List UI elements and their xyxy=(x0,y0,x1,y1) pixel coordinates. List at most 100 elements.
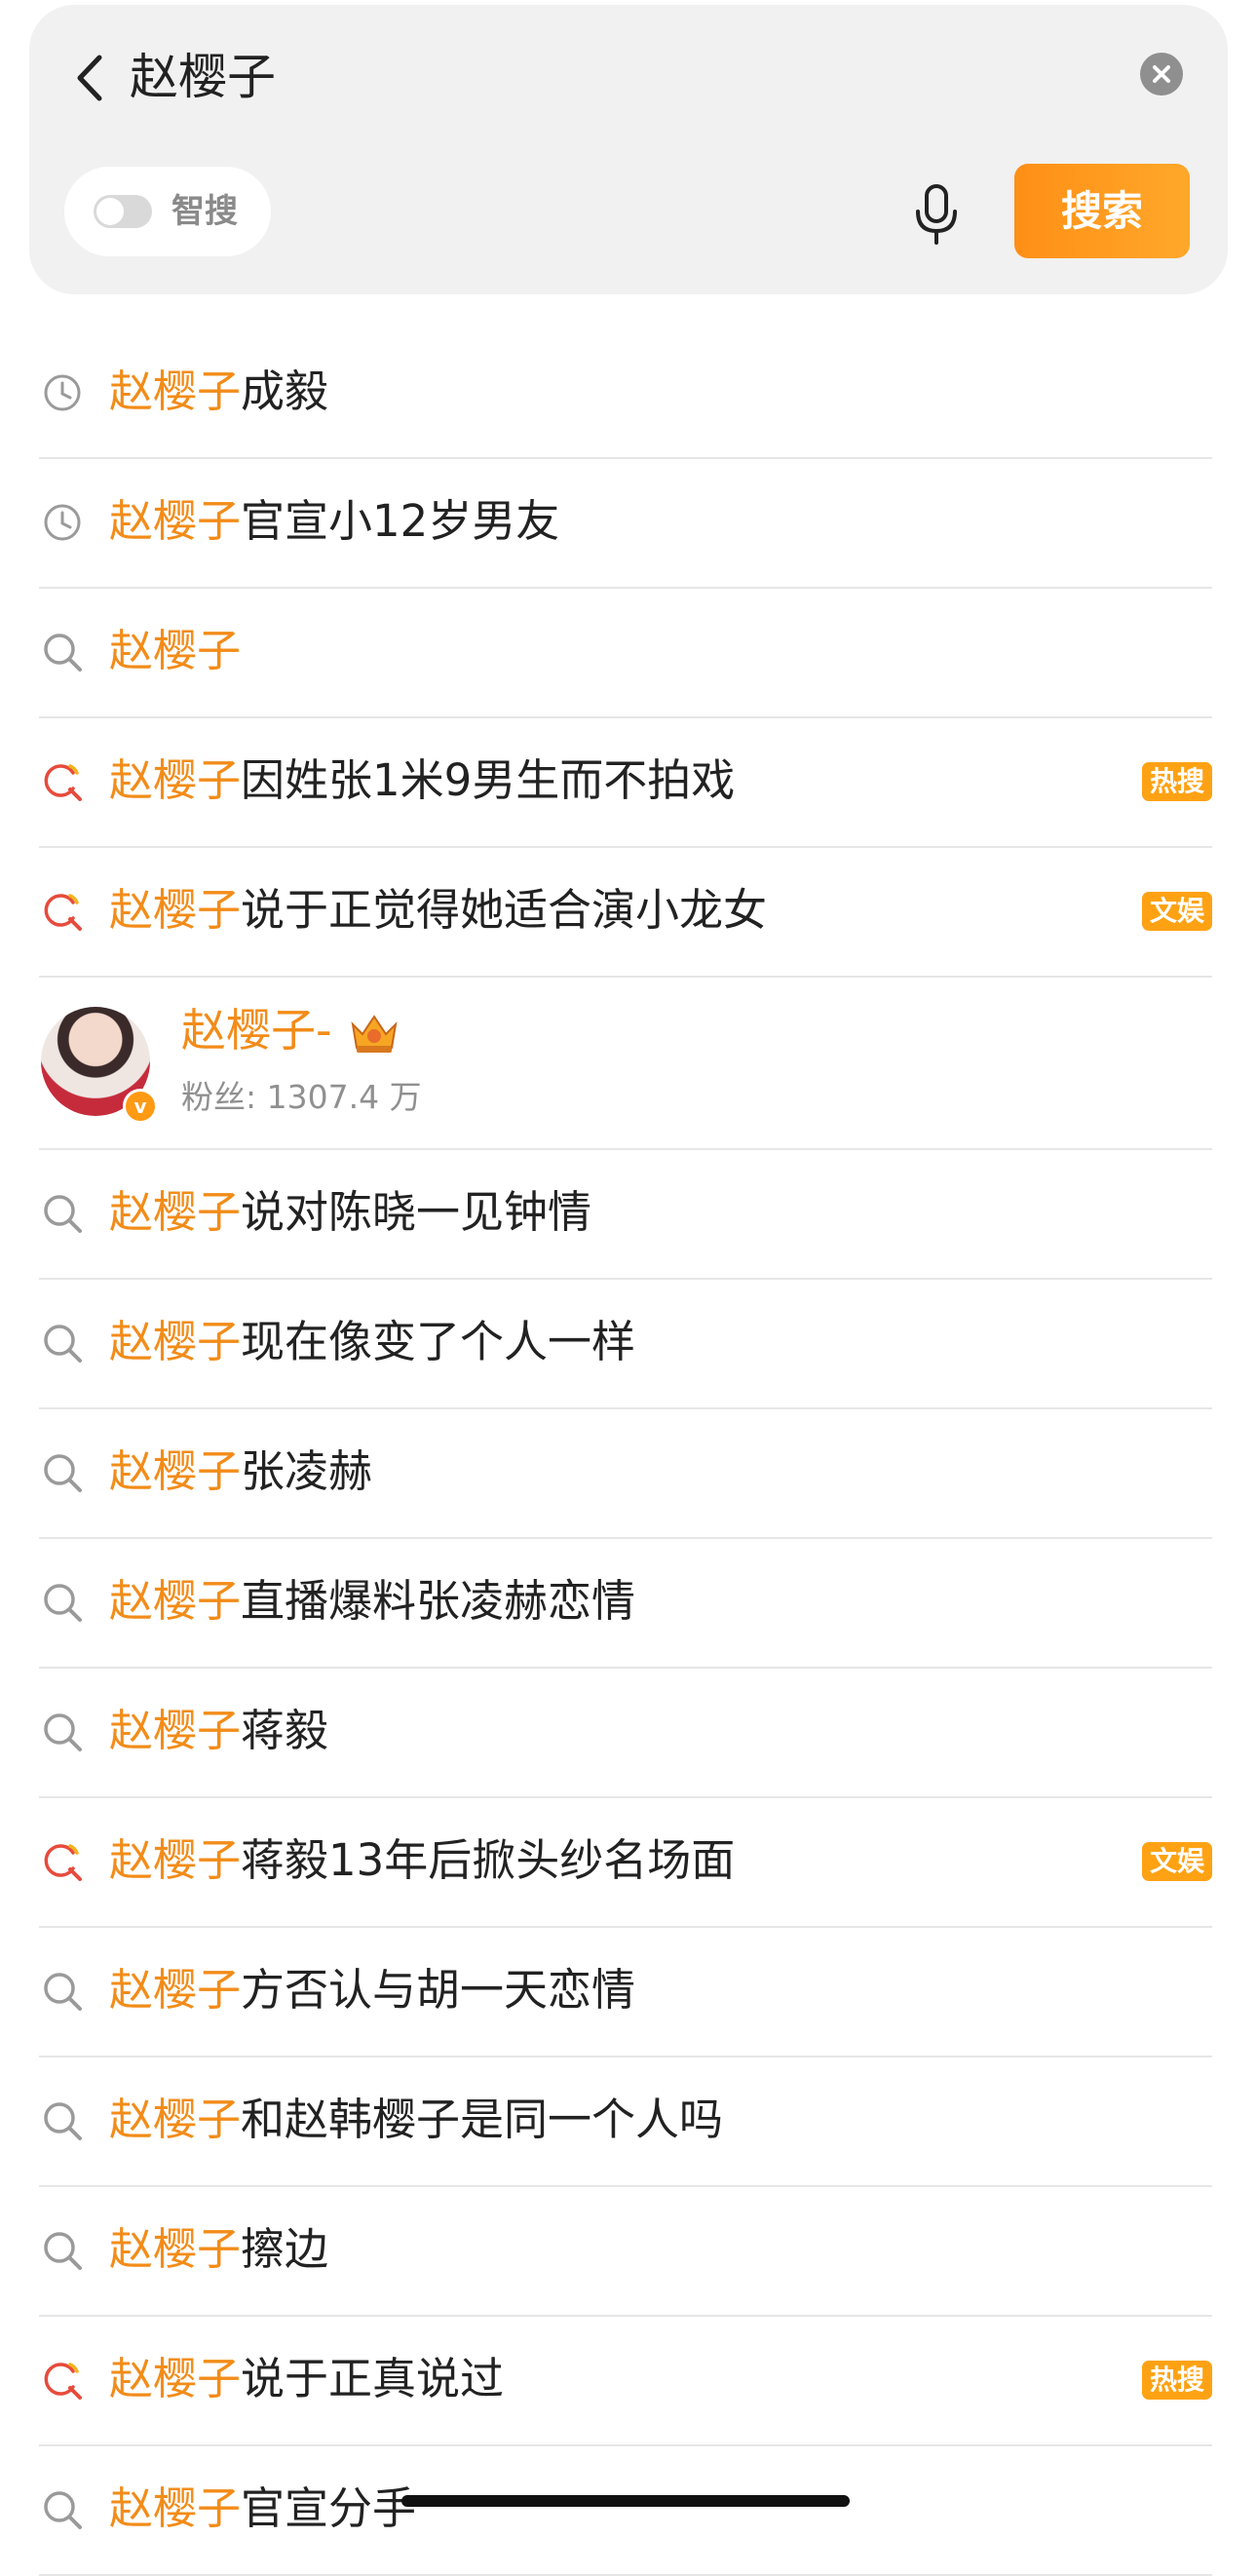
toggle-switch[interactable] xyxy=(94,195,152,228)
keyword-highlight: 赵樱子 xyxy=(109,754,242,806)
search-icon xyxy=(41,1192,84,1235)
keyword-highlight: 赵樱子 xyxy=(109,1316,242,1367)
hot-badge: 文娱 xyxy=(1141,892,1212,931)
close-icon xyxy=(1153,65,1170,83)
crown-icon xyxy=(347,1011,401,1056)
hot-suggestion-item[interactable]: 赵樱子说于正真说过 热搜 xyxy=(39,2315,1212,2446)
keyword-highlight: 赵樱子 xyxy=(109,625,242,676)
hot-suggestion-item[interactable]: 赵樱子因姓张1米9男生而不拍戏 热搜 xyxy=(39,716,1212,848)
voice-search-button[interactable] xyxy=(910,182,963,247)
suggestion-text: 赵樱子官宣分手 xyxy=(109,2480,416,2538)
suggestion-rest: 和赵韩樱子是同一个人吗 xyxy=(241,2094,724,2145)
toggle-knob xyxy=(96,198,124,225)
suggestion-text: 赵樱子张凌赫 xyxy=(109,1442,372,1501)
search-icon xyxy=(41,2488,84,2531)
keyword-highlight: 赵樱子 xyxy=(109,1834,242,1886)
keyword-highlight: 赵樱子 xyxy=(109,495,242,547)
clock-icon xyxy=(41,501,84,544)
search-icon xyxy=(41,2099,84,2142)
keyword-highlight: 赵樱子 xyxy=(109,2223,242,2275)
suggestion-rest: 官宣分手 xyxy=(241,2482,417,2534)
suggestion-text: 赵樱子直播爆料张凌赫恋情 xyxy=(109,1572,635,1631)
suggestion-rest: 说于正觉得她适合演小龙女 xyxy=(241,884,768,936)
hot-badge: 热搜 xyxy=(1141,2361,1212,2400)
suggestion-item[interactable]: 赵樱子现在像变了个人一样 xyxy=(39,1278,1212,1409)
home-indicator xyxy=(401,2495,850,2507)
suggestion-text: 赵樱子 xyxy=(109,622,241,680)
history-item[interactable]: 赵樱子成毅 xyxy=(39,327,1212,459)
suggestion-item[interactable]: 赵樱子和赵韩樱子是同一个人吗 xyxy=(39,2056,1212,2187)
smart-search-label: 智搜 xyxy=(171,192,238,231)
search-icon xyxy=(41,631,84,673)
suggestion-rest: 因姓张1米9男生而不拍戏 xyxy=(241,754,736,806)
suggestion-text: 赵樱子擦边 xyxy=(109,2220,328,2279)
user-name: 赵樱子- xyxy=(181,1004,332,1057)
hot-search-icon xyxy=(41,760,84,803)
search-icon xyxy=(41,1970,84,2013)
suggestion-rest: 说于正真说过 xyxy=(241,2353,505,2404)
search-icon xyxy=(41,1711,84,1753)
keyword-highlight: 赵樱子 xyxy=(109,1445,242,1497)
keyword-highlight: 赵樱子 xyxy=(109,1964,242,2016)
smart-search-toggle[interactable]: 智搜 xyxy=(64,167,271,256)
search-input[interactable]: 赵樱子 xyxy=(130,42,276,112)
avatar: v xyxy=(41,1007,158,1124)
suggestion-item[interactable]: 赵樱子官宣分手 xyxy=(39,2444,1212,2576)
search-icon xyxy=(41,1581,84,1624)
suggestion-text: 赵樱子现在像变了个人一样 xyxy=(109,1313,635,1371)
suggestion-item[interactable]: 赵樱子蒋毅 xyxy=(39,1667,1212,1798)
keyword-highlight: 赵樱子 xyxy=(109,2094,242,2145)
suggestion-text: 赵樱子说于正觉得她适合演小龙女 xyxy=(109,881,767,940)
suggestion-rest: 现在像变了个人一样 xyxy=(241,1316,636,1367)
hot-search-icon xyxy=(41,890,84,933)
keyword-highlight: 赵樱子 xyxy=(109,2353,242,2404)
suggestion-text: 赵樱子成毅 xyxy=(109,363,328,421)
suggestion-text: 赵樱子方否认与胡一天恋情 xyxy=(109,1961,635,2019)
hot-suggestion-item[interactable]: 赵樱子蒋毅13年后掀头纱名场面 文娱 xyxy=(39,1796,1212,1928)
hot-badge: 热搜 xyxy=(1141,762,1212,801)
suggestion-rest: 蒋毅13年后掀头纱名场面 xyxy=(241,1834,736,1886)
suggestion-item[interactable]: 赵樱子说对陈晓一见钟情 xyxy=(39,1148,1212,1280)
keyword-highlight: 赵樱子 xyxy=(109,2482,242,2534)
suggestion-item[interactable]: 赵樱子擦边 xyxy=(39,2185,1212,2317)
search-icon xyxy=(41,2229,84,2272)
suggestion-rest: 蒋毅 xyxy=(241,1705,329,1756)
suggestion-text: 赵樱子蒋毅13年后掀头纱名场面 xyxy=(109,1831,735,1890)
hot-suggestion-item[interactable]: 赵樱子说于正觉得她适合演小龙女 文娱 xyxy=(39,846,1212,978)
search-icon xyxy=(41,1322,84,1365)
clear-button[interactable] xyxy=(1140,53,1183,96)
fan-count: 粉丝: 1307.4 万 xyxy=(181,1078,422,1116)
search-bar: 赵樱子 智搜 搜索 xyxy=(29,5,1228,294)
suggestion-item[interactable]: 赵樱子张凌赫 xyxy=(39,1407,1212,1539)
history-item[interactable]: 赵樱子官宣小12岁男友 xyxy=(39,457,1212,589)
suggestion-text: 赵樱子蒋毅 xyxy=(109,1702,328,1760)
user-result-item[interactable]: v 赵樱子- 粉丝: 1307.4 万 xyxy=(39,978,1212,1150)
microphone-icon xyxy=(916,184,957,245)
keyword-highlight: 赵樱子 xyxy=(109,365,242,417)
suggestion-rest: 擦边 xyxy=(241,2223,329,2275)
keyword-highlight: 赵樱子 xyxy=(109,1575,242,1627)
suggestion-rest: 方否认与胡一天恋情 xyxy=(241,1964,636,2016)
suggestion-item[interactable]: 赵樱子 xyxy=(39,587,1212,718)
hot-search-icon xyxy=(41,2359,84,2402)
suggestion-rest: 直播爆料张凌赫恋情 xyxy=(241,1575,636,1627)
suggestion-rest: 说对陈晓一见钟情 xyxy=(241,1186,592,1238)
suggestion-rest: 张凌赫 xyxy=(241,1445,373,1497)
hot-search-icon xyxy=(41,1840,84,1883)
suggestion-text: 赵樱子说对陈晓一见钟情 xyxy=(109,1183,591,1242)
keyword-highlight: 赵樱子 xyxy=(109,884,242,936)
keyword-highlight: 赵樱子 xyxy=(109,1186,242,1238)
suggestion-text: 赵樱子和赵韩樱子是同一个人吗 xyxy=(109,2091,723,2149)
suggestion-item[interactable]: 赵樱子直播爆料张凌赫恋情 xyxy=(39,1537,1212,1669)
verified-badge-icon: v xyxy=(123,1089,158,1124)
suggestion-text: 赵樱子官宣小12岁男友 xyxy=(109,492,559,551)
suggestion-text: 赵樱子说于正真说过 xyxy=(109,2350,504,2408)
chevron-left-icon xyxy=(77,55,102,101)
suggestion-rest: 官宣小12岁男友 xyxy=(241,495,560,547)
search-button[interactable]: 搜索 xyxy=(1014,164,1190,258)
suggestion-item[interactable]: 赵樱子方否认与胡一天恋情 xyxy=(39,1926,1212,2057)
suggestion-text: 赵樱子因姓张1米9男生而不拍戏 xyxy=(109,751,735,810)
search-icon xyxy=(41,1451,84,1494)
suggestion-rest: 成毅 xyxy=(241,365,329,417)
back-button[interactable] xyxy=(62,44,121,112)
